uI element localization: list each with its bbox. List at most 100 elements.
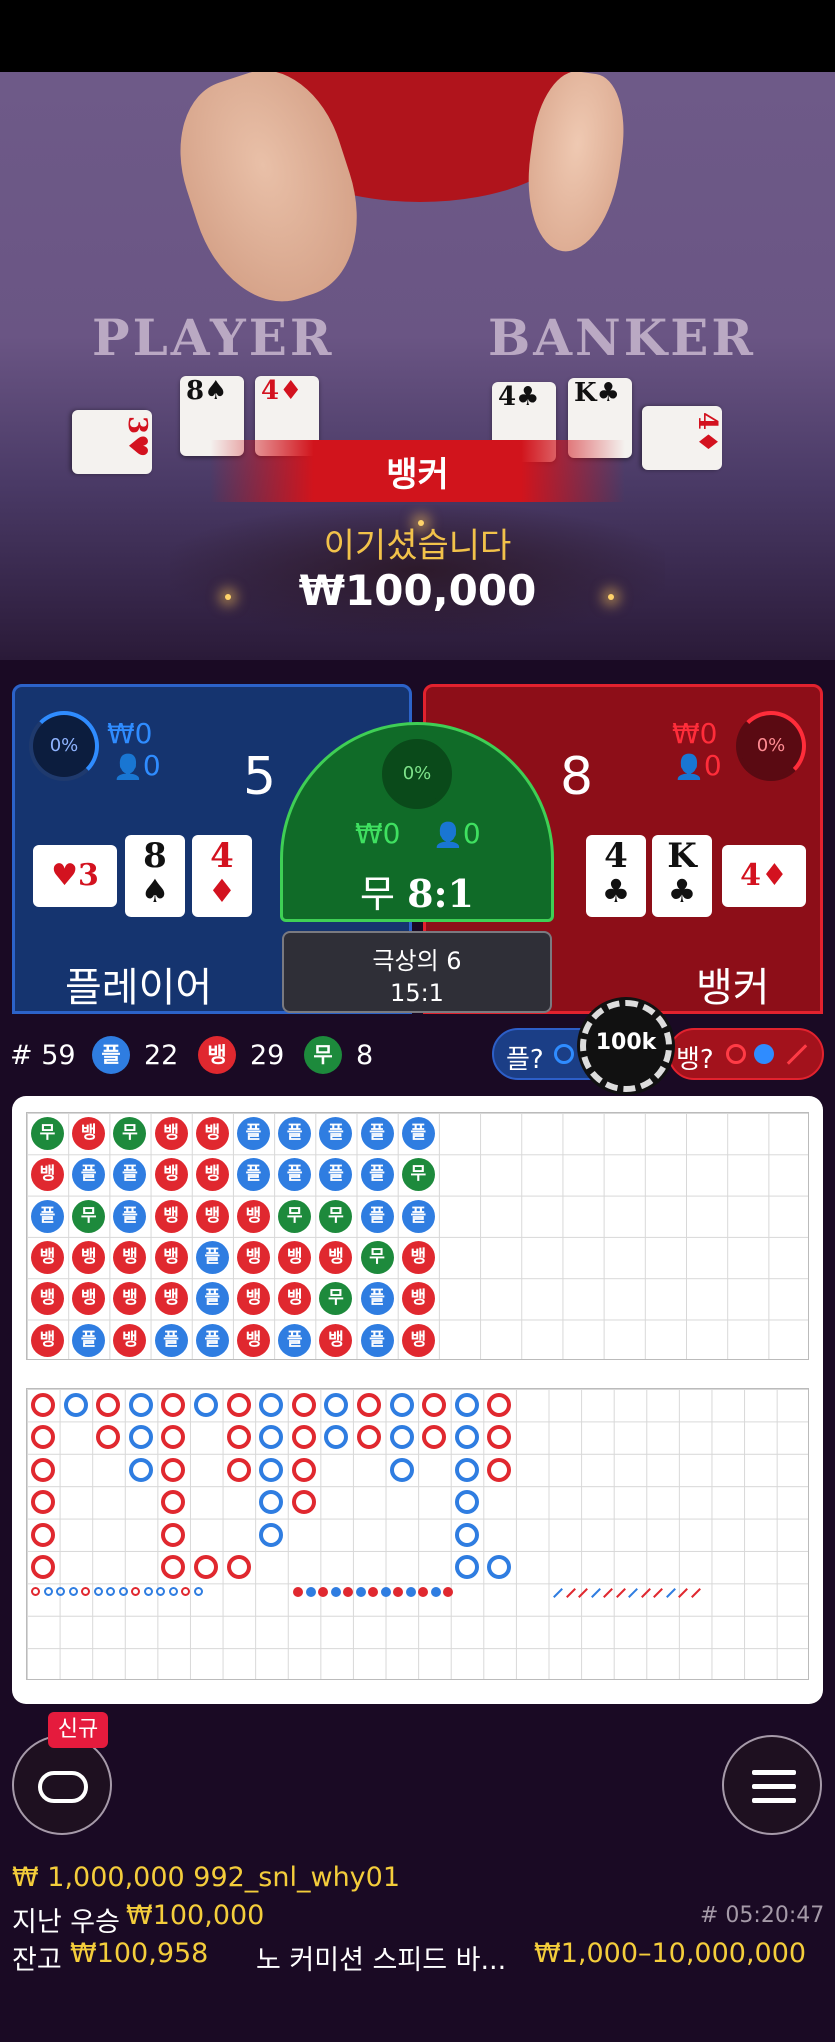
derived-road-cell <box>81 1587 90 1596</box>
table-card-banker-3: 4♦ <box>642 406 722 470</box>
player-card-1: 8 ♠ <box>125 835 185 917</box>
bead-road-cell: 뱅 <box>113 1240 147 1274</box>
big-road-cell <box>128 1457 153 1482</box>
big-road-cell <box>226 1457 251 1482</box>
big-road-cell <box>422 1425 447 1450</box>
player-count: 22 <box>144 1040 179 1071</box>
big-road-cell <box>291 1457 316 1482</box>
bead-road-cell: 뱅 <box>237 1323 270 1357</box>
big-road-cell <box>31 1522 55 1547</box>
predict-banker-label: 뱅? <box>676 1045 714 1075</box>
big-road-cell <box>487 1393 512 1417</box>
tie-pct: 0% <box>402 763 432 784</box>
big-road-cell <box>63 1393 88 1417</box>
bead-road-cell: 뱅 <box>278 1240 312 1274</box>
table-player-label: PLAYER <box>92 308 335 367</box>
derived-road-cell <box>118 1587 128 1596</box>
roadmap-panel[interactable]: 무뱅플뱅뱅뱅뱅플무뱅뱅플무플플뱅뱅뱅뱅뱅뱅뱅뱅플뱅뱅뱅플플플플플뱅뱅뱅뱅플플무뱅… <box>12 1096 823 1704</box>
bead-road-cell: 뱅 <box>72 1240 106 1274</box>
big-road-cell <box>454 1457 479 1482</box>
big-road-cell <box>259 1522 284 1547</box>
bead-road-cell: 뱅 <box>31 1323 64 1357</box>
big-road-cell <box>161 1490 186 1515</box>
bead-road-cell: 무 <box>72 1199 106 1233</box>
bead-road-cell: 무 <box>31 1117 64 1150</box>
big-road-cell <box>128 1425 153 1450</box>
super-six-title: 극상의 6 <box>372 947 462 975</box>
bead-road-cell: 뱅 <box>72 1117 106 1150</box>
red-slash-icon <box>786 1044 808 1065</box>
person-icon: 👤 <box>113 753 143 781</box>
derived-road-cell <box>43 1587 53 1596</box>
bead-road-cell: 플 <box>237 1158 270 1192</box>
tie-count: 8 <box>356 1040 374 1071</box>
derived-road-cell <box>640 1588 651 1598</box>
derived-road-cell <box>553 1588 563 1598</box>
tie-count-icon: 무 <box>304 1036 342 1074</box>
big-road-cell <box>259 1490 284 1515</box>
bead-road-cell: 뱅 <box>237 1282 270 1316</box>
banker-label: 뱅커 <box>696 965 770 1011</box>
chat-bubble-icon <box>38 1771 88 1803</box>
balance-label: 잔고 <box>12 1945 62 1976</box>
banker-pct: 0% <box>756 735 786 756</box>
menu-button[interactable] <box>722 1735 822 1835</box>
bead-road-cell: 뱅 <box>401 1282 435 1316</box>
derived-road-cell <box>565 1588 576 1598</box>
player-won: ₩0 <box>107 717 153 750</box>
table-name[interactable]: 노 커미션 스피드 바... <box>256 1938 506 1977</box>
bead-road-cell: 무 <box>113 1117 147 1150</box>
game-id: # 05:20:47 <box>700 1903 825 1928</box>
bead-road-cell: 무 <box>319 1199 353 1233</box>
big-road-cell <box>389 1457 414 1482</box>
bead-road-cell: 플 <box>278 1117 312 1150</box>
big-road-cell <box>31 1457 55 1482</box>
bead-road-cell: 뱅 <box>113 1323 147 1357</box>
derived-road-cell <box>678 1588 688 1598</box>
big-road-cell <box>128 1393 153 1417</box>
derived-road-cell <box>31 1587 40 1596</box>
bead-road-cell: 뱅 <box>237 1199 270 1233</box>
player-users: 👤0 <box>113 749 161 782</box>
bead-road-cell: 플 <box>360 1323 394 1357</box>
big-road-cell <box>487 1425 512 1450</box>
derived-road-cell <box>293 1587 303 1597</box>
bead-road-cell: 뱅 <box>195 1158 229 1192</box>
bead-road-cell: 플 <box>31 1199 64 1233</box>
banker-won: ₩0 <box>672 717 718 750</box>
derived-road-cell <box>393 1587 403 1597</box>
red-ring-icon <box>726 1044 746 1064</box>
chat-button[interactable] <box>12 1735 112 1835</box>
banker-card-2: K ♣ <box>652 835 712 917</box>
balance-line: ₩ 1,000,000 992_snl_why01 <box>12 1862 401 1893</box>
bead-road-cell: 플 <box>195 1323 229 1357</box>
big-road-cell <box>31 1393 55 1417</box>
derived-road-cell <box>156 1587 165 1596</box>
bead-road-cell: 뱅 <box>31 1282 64 1316</box>
table-card-player-1: 3♥ <box>72 410 152 474</box>
win-amount: ₩100,000 <box>298 566 537 615</box>
big-road-cell <box>324 1393 349 1417</box>
big-road-cell <box>226 1555 251 1579</box>
derived-road-cell <box>56 1587 65 1596</box>
banker-score: 8 <box>560 747 594 807</box>
bead-road-cell: 플 <box>72 1323 106 1357</box>
derived-road-cell <box>168 1587 178 1596</box>
big-road-cell <box>96 1425 121 1450</box>
derived-road-cell <box>143 1587 153 1596</box>
derived-road-cell <box>590 1588 601 1598</box>
derived-road-cell <box>418 1587 428 1597</box>
derived-road-cell <box>355 1587 366 1597</box>
bead-road-cell: 뱅 <box>195 1199 229 1233</box>
big-road-cell <box>324 1425 349 1450</box>
super-six-bet[interactable]: 극상의 6 15:1 <box>282 931 552 1013</box>
bead-road-cell: 플 <box>360 1158 394 1192</box>
derived-road-cell <box>305 1587 316 1597</box>
bead-road-cell: 플 <box>72 1158 106 1192</box>
bead-road-cell: 뱅 <box>401 1240 435 1274</box>
big-road-cell <box>161 1393 186 1417</box>
bead-road-cell: 뱅 <box>401 1323 435 1357</box>
bead-road-cell: 플 <box>195 1240 229 1274</box>
predict-player-label: 플? <box>506 1045 544 1075</box>
predict-banker-button[interactable]: 뱅? <box>668 1028 824 1080</box>
